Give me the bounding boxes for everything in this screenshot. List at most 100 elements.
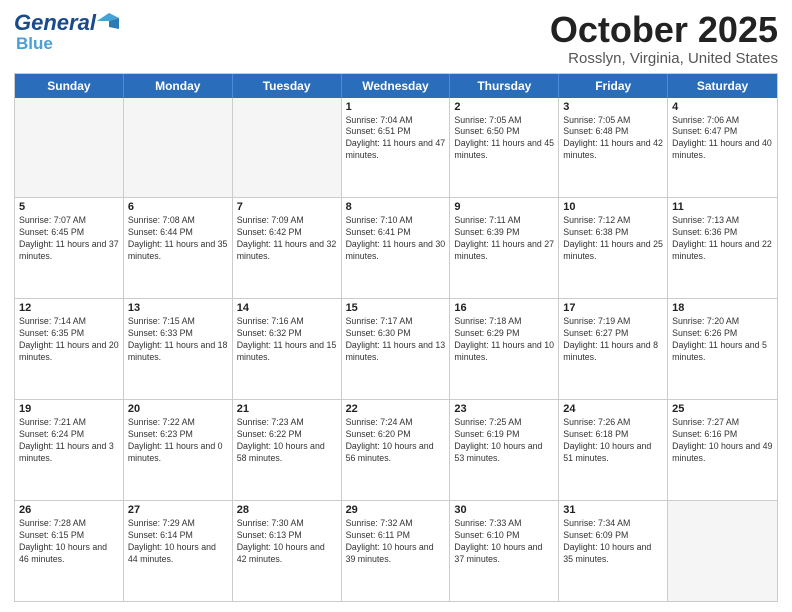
week-row-3: 12 Sunrise: 7:14 AMSunset: 6:35 PMDayligh…: [15, 299, 777, 400]
day-cell-4: 4 Sunrise: 7:06 AMSunset: 6:47 PMDaylight…: [668, 98, 777, 198]
logo-bird-icon: [97, 13, 119, 29]
day-number: 3: [563, 101, 663, 113]
cell-info: Sunrise: 7:16 AMSunset: 6:32 PMDaylight:…: [237, 316, 337, 364]
cell-info: Sunrise: 7:27 AMSunset: 6:16 PMDaylight:…: [672, 417, 773, 465]
day-number: 28: [237, 504, 337, 516]
day-number: 24: [563, 403, 663, 415]
cell-info: Sunrise: 7:06 AMSunset: 6:47 PMDaylight:…: [672, 115, 773, 163]
day-number: 21: [237, 403, 337, 415]
cell-info: Sunrise: 7:23 AMSunset: 6:22 PMDaylight:…: [237, 417, 337, 465]
day-cell-11: 11Sunrise: 7:13 AMSunset: 6:36 PMDayligh…: [668, 198, 777, 298]
cell-info: Sunrise: 7:14 AMSunset: 6:35 PMDaylight:…: [19, 316, 119, 364]
day-cell-29: 29Sunrise: 7:32 AMSunset: 6:11 PMDayligh…: [342, 501, 451, 601]
location: Rosslyn, Virginia, United States: [550, 50, 778, 67]
day-cell-30: 30 Sunrise: 7:33 AMSunset: 6:10 PMDayligh…: [450, 501, 559, 601]
cell-info: Sunrise: 7:20 AMSunset: 6:26 PMDaylight:…: [672, 316, 773, 364]
day-number: 8: [346, 201, 446, 213]
calendar-header: Sunday Monday Tuesday Wednesday Thursday…: [15, 74, 777, 98]
day-cell-15: 15 Sunrise: 7:17 AMSunset: 6:30 PMDayligh…: [342, 299, 451, 399]
day-number: 5: [19, 201, 119, 213]
day-cell-26: 26 Sunrise: 7:28 AMSunset: 6:15 PMDayligh…: [15, 501, 124, 601]
empty-cell-4-6: [668, 501, 777, 601]
cell-info: Sunrise: 7:24 AMSunset: 6:20 PMDaylight:…: [346, 417, 446, 465]
day-cell-27: 27Sunrise: 7:29 AMSunset: 6:14 PMDayligh…: [124, 501, 233, 601]
cell-info: Sunrise: 7:19 AMSunset: 6:27 PMDaylight:…: [563, 316, 663, 364]
day-number: 6: [128, 201, 228, 213]
day-cell-18: 18 Sunrise: 7:20 AMSunset: 6:26 PMDayligh…: [668, 299, 777, 399]
cell-info: Sunrise: 7:17 AMSunset: 6:30 PMDaylight:…: [346, 316, 446, 364]
day-number: 20: [128, 403, 228, 415]
day-number: 7: [237, 201, 337, 213]
day-number: 30: [454, 504, 554, 516]
header-wednesday: Wednesday: [342, 74, 451, 98]
empty-cell-0-2: [233, 98, 342, 198]
day-number: 25: [672, 403, 773, 415]
logo: General Blue: [14, 10, 119, 54]
cell-info: Sunrise: 7:26 AMSunset: 6:18 PMDaylight:…: [563, 417, 663, 465]
day-cell-10: 10Sunrise: 7:12 AMSunset: 6:38 PMDayligh…: [559, 198, 668, 298]
day-cell-20: 20Sunrise: 7:22 AMSunset: 6:23 PMDayligh…: [124, 400, 233, 500]
cell-info: Sunrise: 7:07 AMSunset: 6:45 PMDaylight:…: [19, 215, 119, 263]
header-friday: Friday: [559, 74, 668, 98]
day-number: 31: [563, 504, 663, 516]
logo-general: General: [14, 10, 96, 36]
day-number: 22: [346, 403, 446, 415]
cell-info: Sunrise: 7:04 AMSunset: 6:51 PMDaylight:…: [346, 115, 446, 163]
cell-info: Sunrise: 7:09 AMSunset: 6:42 PMDaylight:…: [237, 215, 337, 263]
day-cell-13: 13Sunrise: 7:15 AMSunset: 6:33 PMDayligh…: [124, 299, 233, 399]
day-number: 17: [563, 302, 663, 314]
page-container: General Blue October 2025 Rosslyn, Virgi…: [0, 0, 792, 612]
cell-info: Sunrise: 7:18 AMSunset: 6:29 PMDaylight:…: [454, 316, 554, 364]
cell-info: Sunrise: 7:25 AMSunset: 6:19 PMDaylight:…: [454, 417, 554, 465]
cell-info: Sunrise: 7:21 AMSunset: 6:24 PMDaylight:…: [19, 417, 119, 465]
cell-info: Sunrise: 7:34 AMSunset: 6:09 PMDaylight:…: [563, 518, 663, 566]
day-number: 12: [19, 302, 119, 314]
day-number: 10: [563, 201, 663, 213]
cell-info: Sunrise: 7:05 AMSunset: 6:50 PMDaylight:…: [454, 115, 554, 163]
day-number: 19: [19, 403, 119, 415]
day-number: 4: [672, 101, 773, 113]
day-cell-2: 2 Sunrise: 7:05 AMSunset: 6:50 PMDaylight…: [450, 98, 559, 198]
day-number: 15: [346, 302, 446, 314]
day-number: 18: [672, 302, 773, 314]
day-cell-7: 7 Sunrise: 7:09 AMSunset: 6:42 PMDaylight…: [233, 198, 342, 298]
week-row-1: 1Sunrise: 7:04 AMSunset: 6:51 PMDaylight…: [15, 98, 777, 199]
day-cell-24: 24 Sunrise: 7:26 AMSunset: 6:18 PMDayligh…: [559, 400, 668, 500]
day-number: 26: [19, 504, 119, 516]
day-cell-22: 22 Sunrise: 7:24 AMSunset: 6:20 PMDayligh…: [342, 400, 451, 500]
day-cell-12: 12 Sunrise: 7:14 AMSunset: 6:35 PMDayligh…: [15, 299, 124, 399]
day-cell-3: 3 Sunrise: 7:05 AMSunset: 6:48 PMDaylight…: [559, 98, 668, 198]
week-row-5: 26 Sunrise: 7:28 AMSunset: 6:15 PMDayligh…: [15, 501, 777, 601]
empty-cell-0-1: [124, 98, 233, 198]
calendar-body: 1Sunrise: 7:04 AMSunset: 6:51 PMDaylight…: [15, 98, 777, 601]
cell-info: Sunrise: 7:30 AMSunset: 6:13 PMDaylight:…: [237, 518, 337, 566]
day-cell-14: 14 Sunrise: 7:16 AMSunset: 6:32 PMDayligh…: [233, 299, 342, 399]
day-cell-1: 1Sunrise: 7:04 AMSunset: 6:51 PMDaylight…: [342, 98, 451, 198]
day-cell-6: 6 Sunrise: 7:08 AMSunset: 6:44 PMDaylight…: [124, 198, 233, 298]
header-tuesday: Tuesday: [233, 74, 342, 98]
cell-info: Sunrise: 7:28 AMSunset: 6:15 PMDaylight:…: [19, 518, 119, 566]
day-number: 13: [128, 302, 228, 314]
cell-info: Sunrise: 7:13 AMSunset: 6:36 PMDaylight:…: [672, 215, 773, 263]
day-number: 14: [237, 302, 337, 314]
cell-info: Sunrise: 7:05 AMSunset: 6:48 PMDaylight:…: [563, 115, 663, 163]
calendar: Sunday Monday Tuesday Wednesday Thursday…: [14, 73, 778, 602]
day-number: 16: [454, 302, 554, 314]
header-monday: Monday: [124, 74, 233, 98]
header-saturday: Saturday: [668, 74, 777, 98]
day-number: 9: [454, 201, 554, 213]
cell-info: Sunrise: 7:08 AMSunset: 6:44 PMDaylight:…: [128, 215, 228, 263]
day-cell-28: 28 Sunrise: 7:30 AMSunset: 6:13 PMDayligh…: [233, 501, 342, 601]
day-number: 2: [454, 101, 554, 113]
day-cell-17: 17 Sunrise: 7:19 AMSunset: 6:27 PMDayligh…: [559, 299, 668, 399]
day-cell-19: 19 Sunrise: 7:21 AMSunset: 6:24 PMDayligh…: [15, 400, 124, 500]
day-cell-5: 5 Sunrise: 7:07 AMSunset: 6:45 PMDaylight…: [15, 198, 124, 298]
day-cell-23: 23Sunrise: 7:25 AMSunset: 6:19 PMDayligh…: [450, 400, 559, 500]
cell-info: Sunrise: 7:33 AMSunset: 6:10 PMDaylight:…: [454, 518, 554, 566]
month-title: October 2025: [550, 10, 778, 50]
week-row-2: 5 Sunrise: 7:07 AMSunset: 6:45 PMDaylight…: [15, 198, 777, 299]
day-cell-8: 8Sunrise: 7:10 AMSunset: 6:41 PMDaylight…: [342, 198, 451, 298]
day-cell-25: 25 Sunrise: 7:27 AMSunset: 6:16 PMDayligh…: [668, 400, 777, 500]
empty-cell-0-0: [15, 98, 124, 198]
cell-info: Sunrise: 7:11 AMSunset: 6:39 PMDaylight:…: [454, 215, 554, 263]
